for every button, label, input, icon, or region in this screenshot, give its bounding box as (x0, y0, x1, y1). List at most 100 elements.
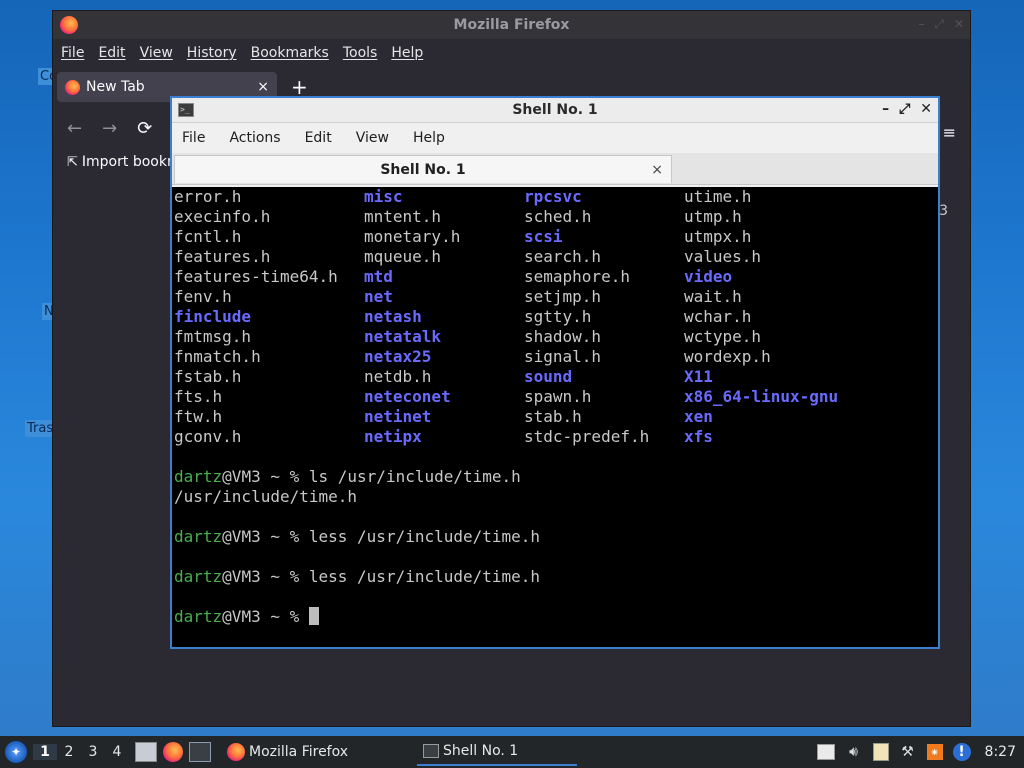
ls-entry-file: search.h (524, 247, 602, 266)
desktop-switch-2[interactable]: 2 (57, 744, 81, 760)
ls-entry-file: utime.h (684, 187, 752, 206)
close-icon[interactable]: ✕ (954, 17, 964, 32)
ls-row: gconv.h netipx stdc-predef.h xfs (174, 427, 938, 447)
network-icon[interactable]: ⚒ (899, 743, 917, 761)
ls-entry-file: wordexp.h (684, 347, 771, 366)
ls-entry-directory: net (364, 287, 393, 306)
active-prompt-line[interactable]: dartz@VM3 ~ % (174, 607, 938, 627)
firefox-tab-icon (65, 79, 80, 95)
clipboard-icon[interactable] (872, 743, 889, 761)
terminal-tab-shell-1[interactable]: Shell No. 1 × (174, 155, 672, 183)
terminal-output[interactable]: error.h misc rpcsvc utime.h execinfo.h mntent… (172, 187, 938, 647)
ls-row: fnmatch.h netax25 signal.h wordexp.h (174, 347, 938, 367)
terminal-menu-edit[interactable]: Edit (305, 130, 332, 146)
minimize-icon[interactable]: – (918, 17, 924, 32)
terminal-menu-file[interactable]: File (182, 130, 205, 146)
start-menu-icon[interactable]: ✦ (5, 741, 27, 763)
ls-entry-directory: netax25 (364, 347, 432, 366)
terminal-tabstrip: Shell No. 1 × (172, 153, 938, 185)
text-cursor (308, 607, 319, 625)
file-manager-icon[interactable] (135, 742, 157, 762)
ls-entry-file: wait.h (684, 287, 742, 306)
reload-icon[interactable]: ⟳ (137, 118, 152, 139)
terminal-tab-close-icon[interactable]: × (651, 162, 663, 178)
ls-entry-file: fmtmsg.h (174, 327, 252, 346)
terminal-menu-help[interactable]: Help (413, 130, 445, 146)
back-arrow-icon[interactable]: ← (67, 118, 82, 139)
update-notifier-icon[interactable]: ⁕ (926, 744, 943, 760)
ls-entry-file: sgtty.h (524, 307, 592, 326)
ls-entry-file: wchar.h (684, 307, 752, 326)
desktop-switch-1[interactable]: 1 (33, 744, 57, 760)
ls-entry-file: ftw.h (174, 407, 223, 426)
ls-entry-file: mntent.h (364, 207, 442, 226)
prompt-user: dartz (174, 527, 223, 546)
system-tray: 🔊︎ ⚒ ⁕ ! 8:27 (816, 743, 1024, 761)
ls-row: error.h misc rpcsvc utime.h (174, 187, 938, 207)
desktop-switch-4[interactable]: 4 (105, 744, 129, 760)
taskbar-task-shell[interactable]: Shell No. 1 (417, 738, 577, 766)
command-text: less /usr/include/time.h (308, 567, 541, 586)
ls-entry-file: fnmatch.h (174, 347, 261, 366)
firefox-title: Mozilla Firefox (453, 17, 570, 33)
terminal-launcher-icon[interactable] (189, 742, 211, 762)
ls-entry-file: fstab.h (174, 367, 242, 386)
menu-edit[interactable]: Edit (98, 45, 125, 61)
ls-entry-file: wctype.h (684, 327, 762, 346)
menu-history[interactable]: History (187, 45, 237, 61)
app-menu-icon[interactable]: ≡ (943, 123, 956, 142)
ls-entry-file: semaphore.h (524, 267, 630, 286)
menu-file[interactable]: File (61, 45, 84, 61)
ls-entry-file: gconv.h (174, 427, 242, 446)
notification-alert-icon[interactable]: ! (952, 743, 971, 761)
ls-entry-directory: X11 (684, 367, 713, 386)
close-icon[interactable]: ✕ (920, 101, 932, 117)
ls-row: features.h mqueue.h search.h values.h (174, 247, 938, 267)
ls-entry-file: spawn.h (524, 387, 592, 406)
ls-entry-file: features.h (174, 247, 271, 266)
menu-tools[interactable]: Tools (343, 45, 378, 61)
maximize-icon[interactable]: ⤢ (899, 101, 910, 117)
import-bookmarks-button[interactable]: Import bookn (82, 154, 176, 170)
removable-storage-icon[interactable] (816, 744, 835, 760)
terminal-menu-actions[interactable]: Actions (229, 130, 280, 146)
terminal-menubar: File Actions Edit View Help (172, 123, 938, 153)
ls-entry-file: fts.h (174, 387, 223, 406)
maximize-icon[interactable]: ⤢ (934, 17, 944, 32)
minimize-icon[interactable]: – (882, 101, 889, 117)
firefox-window-controls: – ⤢ ✕ (918, 17, 964, 32)
terminal-window: >_ Shell No. 1 – ⤢ ✕ File Actions Edit V… (170, 96, 940, 649)
ls-row: finclude netash sgtty.h wchar.h (174, 307, 938, 327)
ls-row: execinfo.h mntent.h sched.h utmp.h (174, 207, 938, 227)
taskbar-task-firefox[interactable]: Mozilla Firefox (221, 738, 417, 766)
ls-entry-file: mqueue.h (364, 247, 442, 266)
menu-view[interactable]: View (140, 45, 173, 61)
tab-label: New Tab (86, 79, 145, 95)
ls-entry-file: stdc-predef.h (524, 427, 650, 446)
terminal-title: Shell No. 1 (512, 102, 598, 118)
menu-help[interactable]: Help (391, 45, 423, 61)
firefox-launcher-icon[interactable] (163, 742, 183, 762)
terminal-menu-view[interactable]: View (356, 130, 389, 146)
ls-entry-file: shadow.h (524, 327, 602, 346)
ls-entry-directory: netash (364, 307, 422, 326)
terminal-window-controls: – ⤢ ✕ (882, 101, 932, 117)
firefox-titlebar[interactable]: Mozilla Firefox – ⤢ ✕ (53, 11, 970, 39)
ls-row: fstab.h netdb.h sound X11 (174, 367, 938, 387)
ls-entry-file: monetary.h (364, 227, 461, 246)
tab-close-icon[interactable]: × (257, 79, 269, 95)
prompt-line: dartz@VM3 ~ % less /usr/include/time.h (174, 567, 938, 587)
forward-arrow-icon[interactable]: → (102, 118, 117, 139)
desktop-switch-3[interactable]: 3 (81, 744, 105, 760)
volume-icon[interactable]: 🔊︎ (845, 743, 863, 761)
menu-bookmarks[interactable]: Bookmarks (251, 45, 329, 61)
ls-entry-directory: misc (364, 187, 403, 206)
command-output: /usr/include/time.h (174, 487, 358, 506)
prompt-host: @VM3 ~ % (222, 567, 309, 586)
clock[interactable]: 8:27 (985, 744, 1016, 760)
desktop-icon-trash-label[interactable]: Tras (25, 420, 56, 437)
terminal-titlebar[interactable]: >_ Shell No. 1 – ⤢ ✕ (172, 98, 938, 123)
